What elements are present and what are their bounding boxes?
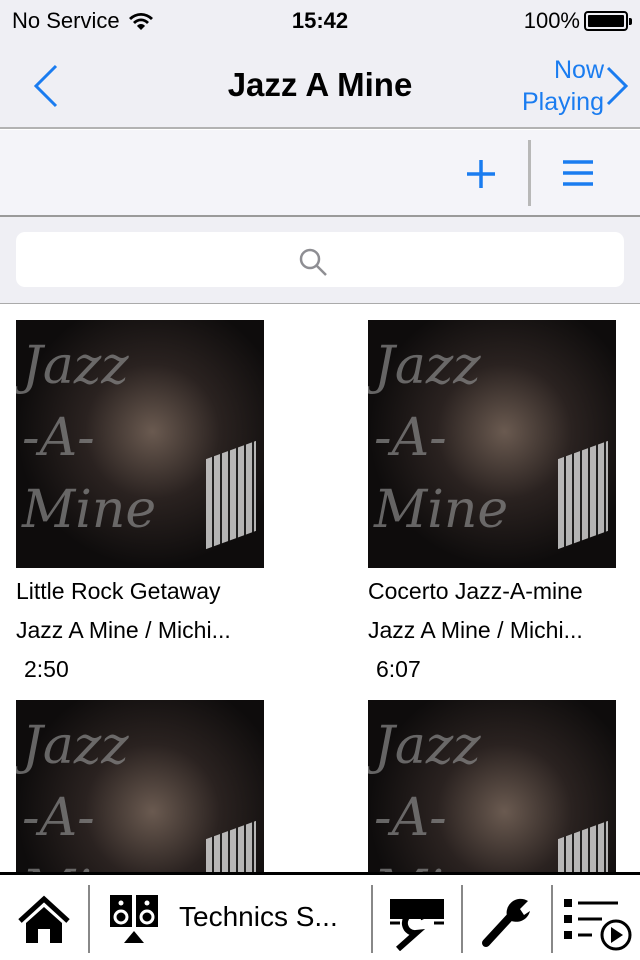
search-icon (299, 248, 327, 276)
wrench-icon[interactable] (480, 897, 532, 949)
battery-icon (584, 11, 632, 31)
navigation-bar: Jazz A Mine Now Playing (0, 40, 640, 129)
track-duration: 2:50 (24, 656, 69, 682)
track-subtitle: Jazz A Mine / Michi... (368, 617, 583, 643)
track-subtitle: Jazz A Mine / Michi... (16, 617, 231, 643)
search-bar (0, 217, 640, 304)
album-art: Jazz-A-Mine (368, 700, 616, 872)
album-art: Jazz-A-Mine (16, 700, 264, 872)
track-item[interactable]: Jazz-A-Mine (368, 700, 628, 872)
now-playing-line1: Now (553, 56, 604, 84)
playlist-play-icon[interactable] (560, 897, 638, 951)
track-item[interactable]: Jazz-A-Mine (16, 700, 276, 872)
album-art-logo: Jazz-A-Mine (374, 336, 509, 540)
divider (88, 885, 90, 953)
album-art-logo: Jazz-A-Mine (22, 336, 157, 540)
album-art-logo: Jazz-A-Mine (374, 716, 508, 872)
divider (528, 140, 531, 206)
status-bar: No Service 15:42 100% (0, 0, 640, 40)
toolbar (0, 130, 640, 217)
now-playing-line2: Playing (522, 88, 604, 116)
divider (551, 885, 553, 953)
track-duration: 6:07 (376, 656, 421, 682)
battery-percent: 100% (523, 8, 580, 33)
divider (371, 885, 373, 953)
track-title: Cocerto Jazz-A-mine (368, 578, 583, 604)
album-art-logo: Jazz-A-Mine (22, 716, 156, 872)
track-item[interactable]: Jazz -A- Mine Little Rock Getaway Jazz A M… (16, 320, 276, 683)
track-item[interactable]: Jazz -A- Mine Cocerto Jazz-A-mine Jazz A M… (368, 320, 628, 683)
forward-chevron-icon (606, 66, 629, 106)
menu-icon[interactable] (563, 160, 593, 186)
album-art: Jazz-A-Mine (368, 320, 616, 568)
track-grid: Jazz -A- Mine Little Rock Getaway Jazz A M… (0, 305, 640, 872)
tab-bar: Technics S... (0, 872, 640, 960)
speaker-icon[interactable] (108, 893, 162, 949)
add-icon[interactable] (465, 154, 497, 194)
device-label[interactable]: Technics S... (179, 901, 338, 933)
track-title: Little Rock Getaway (16, 578, 221, 604)
divider (461, 885, 463, 953)
album-art: Jazz-A-Mine (16, 320, 264, 568)
home-icon[interactable] (16, 895, 72, 945)
device-settings-icon[interactable] (388, 897, 446, 951)
now-playing-button[interactable]: Now Playing (522, 54, 630, 118)
